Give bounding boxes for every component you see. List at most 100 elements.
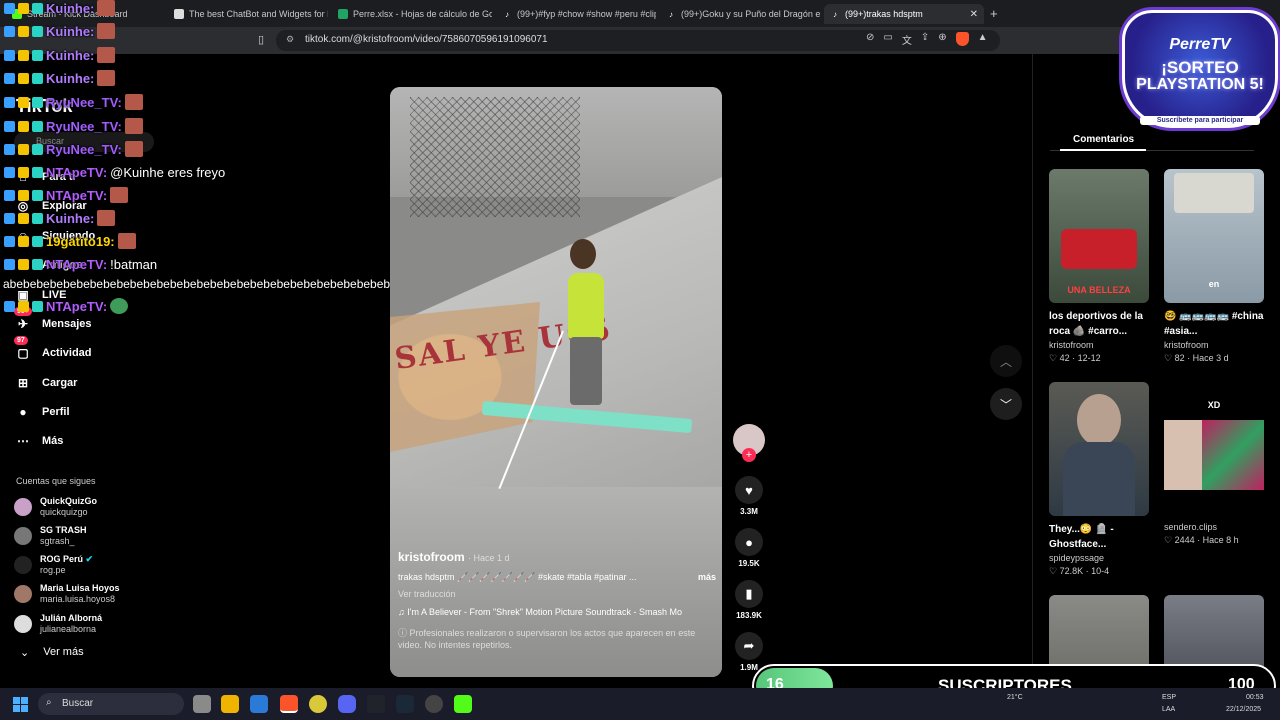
chat-username[interactable]: RyuNee_TV: [46,119,122,134]
close-tab-icon[interactable]: ✕ [970,9,978,20]
discord-icon[interactable] [338,695,356,713]
follow-plus-icon[interactable]: + [742,448,756,462]
music-info[interactable]: ♫ I'm A Believer - From "Shrek" Motion P… [398,607,716,617]
chat-username[interactable]: RyuNee_TV: [46,142,122,157]
zoom-icon[interactable]: ⊕ [938,32,946,47]
chat-username[interactable]: NTApeTV: [46,299,107,314]
brave-shield-icon[interactable] [955,32,969,46]
weather-temp[interactable]: 21°C [1007,694,1023,701]
chat-username[interactable]: 19gatito19: [46,234,115,249]
language-indicator[interactable]: ESP [1162,694,1176,701]
kick-app-icon[interactable] [454,695,472,713]
chat-text: @Kuinhe eres freyo [110,165,226,180]
moderator-badge-icon [4,212,15,224]
windows-start-icon[interactable] [13,697,28,712]
comment-count: 19.5K [738,559,760,568]
tab-comentarios[interactable]: Comentarios [1073,134,1134,145]
related-video-card[interactable]: XD sendero.clips ♡ 2444 · Hace 8 h [1164,382,1264,546]
chat-username[interactable]: NTApeTV: [46,165,107,180]
related-video-card[interactable]: They...😳 🪦 - Ghostface... spideypssage ♡… [1049,382,1149,577]
nav-mas[interactable]: ⋯ Más [16,434,63,448]
brave-rewards-icon[interactable]: ▲ [978,32,988,47]
tab-active-indicator [1060,149,1146,151]
chat-emote-icon [97,0,116,16]
related-video-card[interactable]: UNA BELLEZA los deportivos de la roca 🪨 … [1049,169,1149,364]
chat-message: Kuinhe: [4,0,116,16]
nav-mensajes[interactable]: ✈ 99+ Mensajes [14,307,92,331]
task-view-icon[interactable] [193,695,211,713]
app-icon[interactable] [425,695,443,713]
obs-icon[interactable] [309,695,327,713]
no-image-icon[interactable]: ⊘ [866,32,874,47]
chat-username[interactable]: Kuinhe: [46,24,94,39]
browser-tab-bar: Stream - Kick Dashboard The best ChatBot… [0,0,1280,27]
url-text[interactable]: tiktok.com/@kristofroom/video/7586070596… [305,34,548,45]
next-video-button[interactable]: ﹀ [990,388,1022,420]
ver-mas-button[interactable]: ⌄ Ver más [20,646,84,659]
account-name: Maria Luisa Hoyos [40,583,120,593]
video-author[interactable]: kristofroom · Hace 1 d [398,550,716,564]
more-link[interactable]: más [698,572,716,583]
moderator-badge-icon [4,49,15,61]
account-handle: quickquizgo [40,507,88,517]
following-account[interactable]: QuickQuizGo quickquizgo [14,496,97,518]
chat-username[interactable]: Kuinhe: [46,1,94,16]
save-button[interactable]: ▮ 183.9K [732,580,766,620]
tab-tiktok-goku[interactable]: ♪ (99+)Goku y su Puño del Dragón en [660,4,820,24]
share-icon[interactable]: ⇪ [921,32,929,47]
new-tab-button[interactable]: + [990,6,998,21]
avatar [14,527,32,545]
translate-link[interactable]: Ver traducción [398,589,716,599]
chat-message: Kuinhe: [4,47,116,63]
chat-username[interactable]: Kuinhe: [46,211,94,226]
related-video-card[interactable]: en 🤓 🚌🚌🚌🚌 #china #asia... kristofroom ♡ … [1164,169,1264,364]
file-explorer-icon[interactable] [221,695,239,713]
chat-username[interactable]: RyuNee_TV: [46,95,122,110]
tab-tiktok-fyp[interactable]: ♪ (99+)#fyp #chow #show #peru #clip [496,4,656,24]
previous-video-button[interactable]: ︿ [990,345,1022,377]
nav-cargar[interactable]: ⊞ Cargar [16,376,78,390]
comment-button[interactable]: ● 19.5K [732,528,766,568]
terminal-icon[interactable] [367,695,385,713]
vip-badge-icon [32,189,43,201]
subscriber-badge-icon [18,143,29,155]
steam-icon[interactable] [396,695,414,713]
site-info-icon[interactable]: ⚙ [286,34,294,45]
giveaway-overlay: PerreTV ¡SORTEO PLAYSTATION 5! Suscríbet… [1122,10,1278,128]
following-account[interactable]: SG TRASH sgtrash_ [14,525,87,547]
creator-avatar[interactable]: + [732,424,766,462]
outlook-icon[interactable] [250,695,268,713]
clock-time[interactable]: 00:53 [1246,694,1264,701]
like-button[interactable]: ♥ 3.3M [732,476,766,516]
tab-tiktok-trakas[interactable]: ♪ (99+)trakas hdsptm ✕ [824,4,984,24]
panel-divider [1032,54,1033,688]
chat-username[interactable]: Kuinhe: [46,48,94,63]
skater-head [570,239,596,269]
following-account[interactable]: Maria Luisa Hoyos maria.luisa.hoyos8 [14,583,120,605]
brave-browser-icon[interactable] [280,695,298,713]
subscriber-badge-icon [18,235,29,247]
translate-icon[interactable]: 文 [902,32,912,47]
tab-sheets[interactable]: Perre.xlsx - Hojas de cálculo de Goog [332,4,492,24]
account-handle: maria.luisa.hoyos8 [40,594,116,604]
sheets-icon [338,9,348,19]
chat-emote-icon [117,233,136,249]
chat-username[interactable]: NTApeTV: [46,257,107,272]
chat-username[interactable]: Kuinhe: [46,71,94,86]
heart-icon: ♥ [735,476,763,504]
subscriber-badge-icon [18,167,29,178]
account-handle: rog.pe [40,565,66,575]
card-stats: ♡ 72.8K · 10-4 [1049,566,1110,576]
tab-chatbot[interactable]: The best ChatBot and Widgets for Ki [168,4,328,24]
tiktok-icon: ♪ [669,9,673,19]
taskbar-search[interactable]: ⌕ Buscar [38,693,184,715]
bookmark-icon[interactable]: ▯ [258,33,264,46]
following-account[interactable]: ROG Perú ✔ rog.pe [14,554,93,576]
nav-perfil[interactable]: ● Perfil [16,405,69,419]
nav-actividad[interactable]: ▢ 97 Actividad [14,336,92,360]
cast-icon[interactable]: ▭ [883,32,892,47]
chat-username[interactable]: NTApeTV: [46,188,107,203]
vip-badge-icon [32,167,43,178]
moderator-badge-icon [4,235,15,247]
following-account[interactable]: Julián Alborná julianealborna [14,613,102,635]
